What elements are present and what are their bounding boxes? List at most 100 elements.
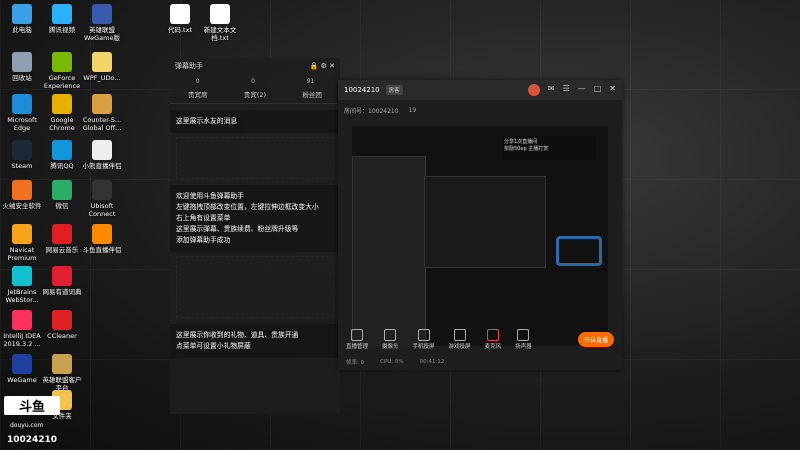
helper-tabs: 贵宾席 贵宾(2) 粉丝团 [170,87,340,104]
room-number: 房间号：10024210 [344,107,399,115]
app-icon [52,354,72,374]
desktop-icon[interactable]: 此电脑 [0,4,44,34]
close-icon[interactable]: ✕ [609,84,616,96]
desktop-icon[interactable]: 微信 [40,180,84,210]
desktop-icon[interactable]: Counter-S... Global Off... [80,94,124,132]
douyu-logo: 斗鱼 douyu.com 10024210 [4,396,60,445]
desktop-icon[interactable]: 网易云音乐 [40,224,84,254]
desktop-icon-label: 网易有道词典 [42,288,82,296]
desktop-icon[interactable]: 腾讯QQ [40,140,84,170]
app-icon [12,4,32,24]
status-cpu: CPU: 0% [380,359,404,365]
desktop-icon-label: Steam [11,162,33,170]
helper-controls[interactable]: 🔒 ⚙ ✕ [310,62,335,70]
go-live-button[interactable]: 开启直播 [577,331,614,347]
desktop-icon[interactable]: WeGame [0,354,44,384]
desktop-icon[interactable]: 小熊直播伴侣 [80,140,124,170]
desktop-icon[interactable]: 腾讯视频 [40,4,84,34]
desktop-icon[interactable]: 英雄联盟客户 平台 [40,354,84,392]
desktop-icon-label: 回收站 [12,74,32,82]
desktop-icon[interactable]: 火绒安全软件 [0,180,44,210]
desktop-icon-label: 代码.txt [167,26,192,34]
tab-vip[interactable]: 贵宾席 [188,89,208,99]
ghost-content [176,256,334,318]
status-fps: 帧率: 0 [346,360,365,366]
helper-header[interactable]: 弹幕助手 🔒 ⚙ ✕ [170,58,340,74]
desktop-icon[interactable]: WPF_UDo... [80,52,124,82]
toolbar-speaker[interactable]: 扬声器 [515,328,532,350]
desktop-icon[interactable]: 新建文本文 档.txt [198,4,242,42]
app-icon [92,140,112,160]
maximize-icon[interactable]: □ [594,84,602,96]
window-controls: ✉ ☰ — □ ✕ [527,84,616,96]
app-icon [52,310,72,330]
tab-fans[interactable]: 粉丝团 [302,89,322,99]
preview-logo-shape [556,236,602,266]
toolbar-mic[interactable]: 麦克风 [484,328,502,350]
desktop-icon-label: 小熊直播伴侣 [82,162,122,170]
app-icon [12,354,32,374]
desktop-icon-label: 火绒安全软件 [2,202,42,210]
desktop-icon-label: CCleaner [47,332,77,340]
helper-stats: 0 0 91 [170,74,340,87]
status-time: 00:41:12 [419,359,445,365]
preview-nested-helper [352,156,426,346]
desktop-icon[interactable]: Steam [0,140,44,170]
logo-room-id: 10024210 [6,435,58,445]
toolbar-label: 麦克风 [484,343,502,350]
app-icon [12,180,32,200]
desktop-icon[interactable]: Ubisoft Connect [80,180,124,218]
status-bar: 帧率: 0 CPU: 0% 00:41:12 [338,354,622,370]
toolbar-live-manage[interactable]: 直播管理 [346,328,368,350]
desktop-icon[interactable]: 网易有道词典 [40,266,84,296]
desktop-icon[interactable]: Google Chrome [40,94,84,132]
room-tag: 房客 [385,85,403,95]
ghost-content [176,137,334,179]
desktop-icon-label: Google Chrome [49,116,75,132]
toolbar-label: 游戏投屏 [448,343,471,350]
desktop-icon-label: JetBrains WebStor... [5,288,39,304]
desktop-icon-label: 腾讯视频 [49,26,75,34]
stat-3: 91 [306,78,315,85]
toolbar-label: 摄像头 [382,343,399,350]
desktop-icon[interactable]: JetBrains WebStor... [0,266,44,304]
desktop-icon[interactable]: 代码.txt [158,4,202,34]
room-subbar: 房间号：10024210 19 [338,100,622,120]
mail-icon[interactable]: ✉ [548,84,555,96]
app-icon [12,94,32,114]
danmaku-helper-panel: 弹幕助手 🔒 ⚙ ✕ 0 0 91 贵宾席 贵宾(2) 粉丝团 这里展示水友的消… [170,58,340,414]
app-icon [12,52,32,72]
desktop-icon[interactable]: 英雄联盟 WeGame版 [80,4,124,42]
toolbar-phone[interactable]: 手机投屏 [412,328,435,350]
desktop-icon-label: Counter-S... Global Off... [82,116,122,132]
desktop-icon-label: IntelliJ IDEA 2019.3.2 ... [3,332,41,348]
stream-preview[interactable]: 分享1次直播间 奖励50ep 主播打赏 [352,126,608,346]
minimize-icon[interactable]: — [578,84,586,96]
phone-icon [417,328,430,341]
helper-title: 弹幕助手 [175,62,203,70]
toolbar-game[interactable]: 游戏投屏 [448,328,471,350]
desktop-icon[interactable]: GeForce Experience [40,52,84,90]
logo-site: douyu.com [10,421,44,429]
toolbar-label: 手机投屏 [412,343,435,350]
window-titlebar[interactable]: 10024210 房客 ✉ ☰ — □ ✕ [338,80,622,100]
app-icon [52,140,72,160]
app-icon [170,4,190,24]
logo-brand: 斗鱼 [4,396,60,415]
desktop-icon-label: Ubisoft Connect [88,202,116,218]
helper-msg-friends: 这里展示水友的消息 [170,110,340,133]
desktop-icon[interactable]: 回收站 [0,52,44,82]
toolbar-camera[interactable]: 摄像头 [382,328,399,350]
desktop-icon[interactable]: CCleaner [40,310,84,340]
desktop-icon-label: 英雄联盟 WeGame版 [84,26,120,42]
desktop-icon[interactable]: 斗鱼直播伴侣 [80,224,124,254]
menu-icon[interactable]: ☰ [563,84,570,96]
avatar[interactable] [527,84,540,96]
desktop-icon-label: WPF_UDo... [83,74,121,82]
tab-vip2[interactable]: 贵宾(2) [244,89,266,99]
heat-count: 19 [408,106,417,114]
stat-2: 0 [251,78,255,85]
desktop-icon[interactable]: Microsoft Edge [0,94,44,132]
desktop-icon[interactable]: Navicat Premium [0,224,44,262]
desktop-icon[interactable]: IntelliJ IDEA 2019.3.2 ... [0,310,44,348]
